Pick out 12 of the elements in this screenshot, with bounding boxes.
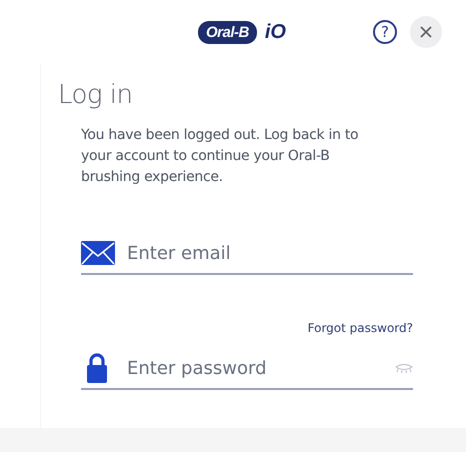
password-field[interactable]: Enter password [127, 358, 383, 378]
email-field[interactable]: Enter email [127, 242, 413, 264]
brand-logo: Oral-B [198, 20, 257, 44]
close-button[interactable] [410, 16, 442, 48]
logout-message: You have been logged out. Log back in to your account to continue your Oral-B brushing experience. [81, 126, 360, 187]
help-button[interactable]: ? [373, 20, 397, 44]
page-title: Log in [58, 80, 134, 110]
envelope-icon [81, 241, 115, 265]
close-icon [420, 26, 432, 38]
lock-icon [87, 353, 107, 383]
forgot-password-link[interactable]: Forgot password? [308, 321, 413, 335]
product-logo: iO [264, 20, 286, 44]
